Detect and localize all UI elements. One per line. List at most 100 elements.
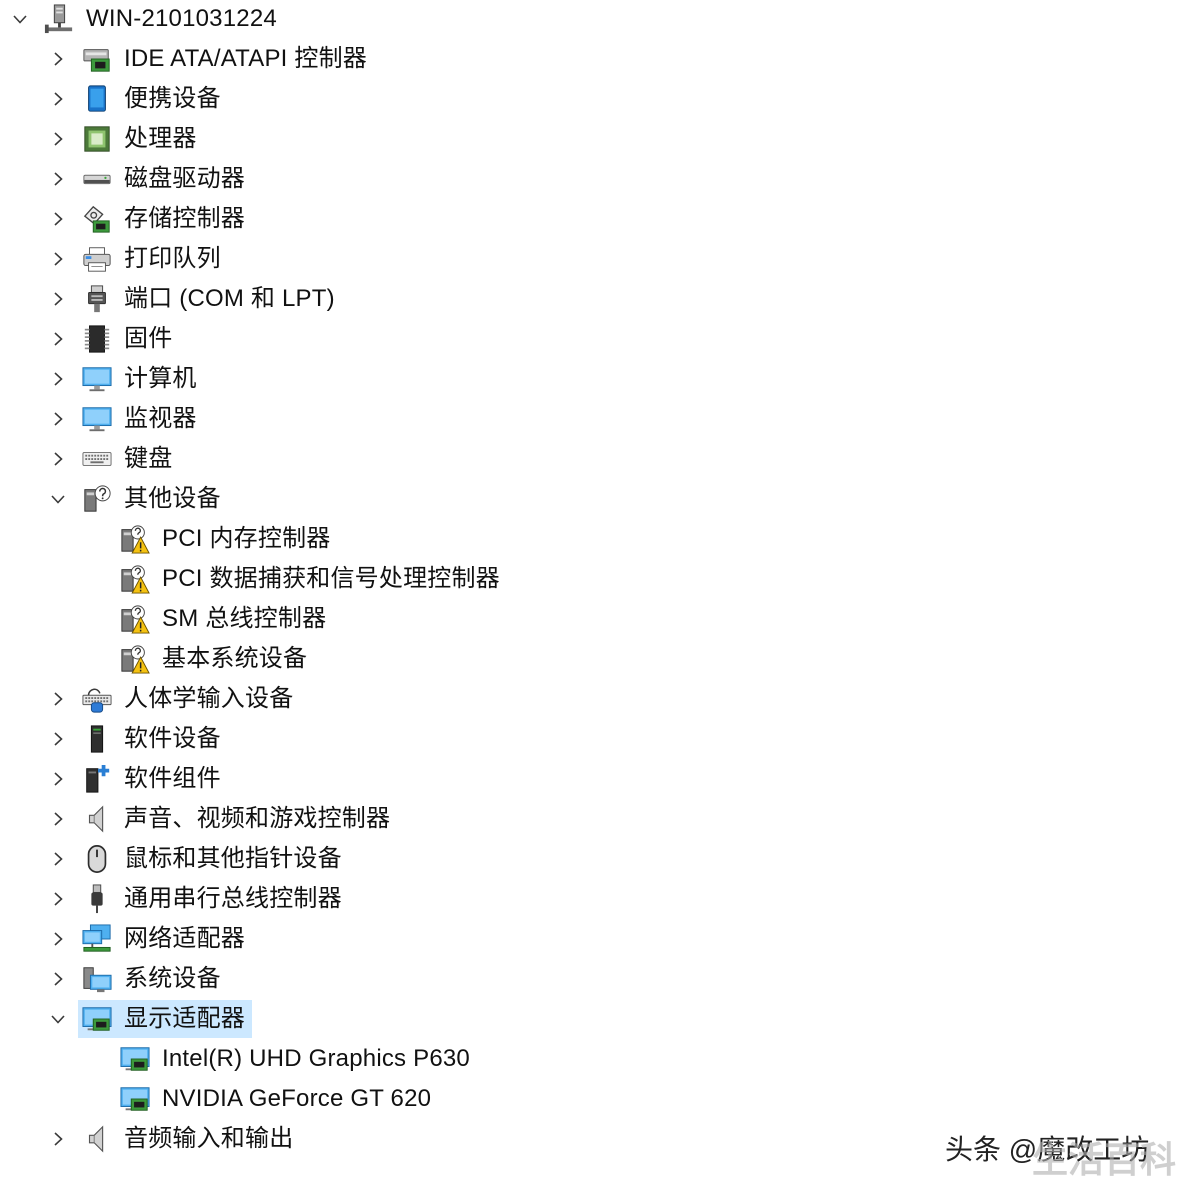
chevron-right-icon[interactable] bbox=[38, 159, 78, 199]
tree-node-label: 便携设备 bbox=[124, 85, 221, 112]
chevron-right-icon[interactable] bbox=[38, 439, 78, 479]
chevron-right-icon[interactable] bbox=[38, 199, 78, 239]
chevron-right-icon[interactable] bbox=[38, 39, 78, 79]
speaker-icon bbox=[82, 804, 112, 834]
chevron-right-icon[interactable] bbox=[38, 919, 78, 959]
display-adapter-icon bbox=[120, 1044, 150, 1074]
tree-node-content[interactable]: 音频输入和输出 bbox=[78, 1120, 300, 1158]
tree-node-content[interactable]: 存储控制器 bbox=[78, 200, 252, 238]
tree-node-human-interface-devices[interactable]: 人体学输入设备 bbox=[0, 679, 507, 719]
tree-leaf-sm-bus-controller[interactable]: SM 总线控制器 bbox=[0, 599, 507, 639]
tree-node-content[interactable]: 打印队列 bbox=[78, 240, 228, 278]
tree-node-usb-controllers[interactable]: 通用串行总线控制器 bbox=[0, 879, 507, 919]
tree-node-ide-controllers[interactable]: IDE ATA/ATAPI 控制器 bbox=[0, 39, 507, 79]
tree-node-content[interactable]: 软件组件 bbox=[78, 760, 228, 798]
tree-node-other-devices[interactable]: 其他设备 bbox=[0, 479, 507, 519]
tree-node-content[interactable]: 网络适配器 bbox=[78, 920, 252, 958]
chevron-right-icon[interactable] bbox=[38, 759, 78, 799]
tree-node-content[interactable]: 系统设备 bbox=[78, 960, 228, 998]
tree-node-content[interactable]: 声音、视频和游戏控制器 bbox=[78, 800, 397, 838]
tree-leaf-pci-data-acquisition[interactable]: PCI 数据捕获和信号处理控制器 bbox=[0, 559, 507, 599]
tree-node-storage-controllers[interactable]: 存储控制器 bbox=[0, 199, 507, 239]
disk-drive-icon bbox=[82, 164, 112, 194]
tree-node-software-components[interactable]: 软件组件 bbox=[0, 759, 507, 799]
tree-node-label: 端口 (COM 和 LPT) bbox=[124, 285, 335, 312]
tree-node-content[interactable]: 其他设备 bbox=[78, 480, 228, 518]
tree-node-content[interactable]: 通用串行总线控制器 bbox=[78, 880, 349, 918]
tree-node-content[interactable]: WIN-2101031224 bbox=[40, 0, 284, 38]
keyboard-icon bbox=[82, 444, 112, 474]
tree-node-content[interactable]: 端口 (COM 和 LPT) bbox=[78, 280, 342, 318]
tree-node-display-adapters[interactable]: 显示适配器 bbox=[0, 999, 507, 1039]
tree-node-system-devices[interactable]: 系统设备 bbox=[0, 959, 507, 999]
tree-node-content[interactable]: 计算机 bbox=[78, 360, 204, 398]
tree-node-portable-devices[interactable]: 便携设备 bbox=[0, 79, 507, 119]
network-adapter-icon bbox=[82, 924, 112, 954]
chevron-down-icon[interactable] bbox=[38, 999, 78, 1039]
tree-node-mice-pointing-devices[interactable]: 鼠标和其他指针设备 bbox=[0, 839, 507, 879]
tree-node-content[interactable]: PCI 数据捕获和信号处理控制器 bbox=[116, 560, 507, 598]
tree-leaf-nvidia-graphics[interactable]: NVIDIA GeForce GT 620 bbox=[0, 1079, 507, 1119]
portable-device-icon bbox=[82, 84, 112, 114]
tree-node-sound-video-game-controllers[interactable]: 声音、视频和游戏控制器 bbox=[0, 799, 507, 839]
chevron-down-icon[interactable] bbox=[0, 0, 40, 39]
tree-node-content[interactable]: 便携设备 bbox=[78, 80, 228, 118]
chevron-down-icon[interactable] bbox=[38, 479, 78, 519]
tree-node-content[interactable]: NVIDIA GeForce GT 620 bbox=[116, 1080, 438, 1118]
tree-leaf-base-system-device[interactable]: 基本系统设备 bbox=[0, 639, 507, 679]
chevron-right-icon[interactable] bbox=[38, 79, 78, 119]
chevron-right-icon[interactable] bbox=[38, 119, 78, 159]
tree-node-keyboards[interactable]: 键盘 bbox=[0, 439, 507, 479]
tree-node-processors[interactable]: 处理器 bbox=[0, 119, 507, 159]
chevron-right-icon[interactable] bbox=[38, 399, 78, 439]
tree-node-network-adapters[interactable]: 网络适配器 bbox=[0, 919, 507, 959]
tree-node-content[interactable]: 鼠标和其他指针设备 bbox=[78, 840, 349, 878]
tree-leaf-intel-graphics[interactable]: Intel(R) UHD Graphics P630 bbox=[0, 1039, 507, 1079]
monitor-icon bbox=[82, 404, 112, 434]
tree-node-label: 通用串行总线控制器 bbox=[124, 885, 342, 912]
tree-node-content[interactable]: 固件 bbox=[78, 320, 179, 358]
tree-node-content[interactable]: SM 总线控制器 bbox=[116, 600, 333, 638]
tree-node-label: 处理器 bbox=[124, 125, 197, 152]
tree-node-content[interactable]: IDE ATA/ATAPI 控制器 bbox=[78, 40, 374, 78]
tree-node-disk-drives[interactable]: 磁盘驱动器 bbox=[0, 159, 507, 199]
chevron-right-icon[interactable] bbox=[38, 799, 78, 839]
chevron-right-icon[interactable] bbox=[38, 359, 78, 399]
tree-node-software-devices[interactable]: 软件设备 bbox=[0, 719, 507, 759]
tree-node-label: 人体学输入设备 bbox=[124, 685, 294, 712]
tree-node-content[interactable]: Intel(R) UHD Graphics P630 bbox=[116, 1040, 477, 1078]
chevron-right-icon[interactable] bbox=[38, 879, 78, 919]
tree-node-print-queues[interactable]: 打印队列 bbox=[0, 239, 507, 279]
chevron-right-icon[interactable] bbox=[38, 839, 78, 879]
tree-node-content[interactable]: 监视器 bbox=[78, 400, 204, 438]
chevron-right-icon[interactable] bbox=[38, 959, 78, 999]
chevron-right-icon[interactable] bbox=[38, 719, 78, 759]
device-tree: WIN-2101031224 IDE ATA/ATAPI 控制器 便携设备 处理… bbox=[0, 0, 507, 1159]
tree-node-content[interactable]: 磁盘驱动器 bbox=[78, 160, 252, 198]
tree-node-content[interactable]: PCI 内存控制器 bbox=[116, 520, 337, 558]
tree-node-content[interactable]: 人体学输入设备 bbox=[78, 680, 300, 718]
tree-node-firmware[interactable]: 固件 bbox=[0, 319, 507, 359]
tree-root-node[interactable]: WIN-2101031224 bbox=[0, 0, 507, 39]
tree-node-label: NVIDIA GeForce GT 620 bbox=[162, 1085, 432, 1112]
tree-node-ports[interactable]: 端口 (COM 和 LPT) bbox=[0, 279, 507, 319]
chevron-right-icon[interactable] bbox=[38, 1119, 78, 1159]
tree-node-content[interactable]: 处理器 bbox=[78, 120, 204, 158]
tree-node-content-selected[interactable]: 显示适配器 bbox=[78, 1000, 252, 1038]
tree-root-label: WIN-2101031224 bbox=[86, 5, 277, 32]
tree-node-content[interactable]: 基本系统设备 bbox=[116, 640, 314, 678]
tree-node-monitors[interactable]: 监视器 bbox=[0, 399, 507, 439]
chevron-right-icon[interactable] bbox=[38, 239, 78, 279]
chevron-right-icon[interactable] bbox=[38, 679, 78, 719]
tree-node-content[interactable]: 键盘 bbox=[78, 440, 179, 478]
software-component-icon bbox=[82, 764, 112, 794]
chevron-right-icon[interactable] bbox=[38, 279, 78, 319]
tree-node-content[interactable]: 软件设备 bbox=[78, 720, 228, 758]
mouse-icon bbox=[82, 844, 112, 874]
tree-node-audio-inputs-outputs[interactable]: 音频输入和输出 bbox=[0, 1119, 507, 1159]
chevron-right-icon[interactable] bbox=[38, 319, 78, 359]
tree-leaf-pci-memory-controller[interactable]: PCI 内存控制器 bbox=[0, 519, 507, 559]
tree-node-computer[interactable]: 计算机 bbox=[0, 359, 507, 399]
tree-node-label: 基本系统设备 bbox=[162, 645, 308, 672]
